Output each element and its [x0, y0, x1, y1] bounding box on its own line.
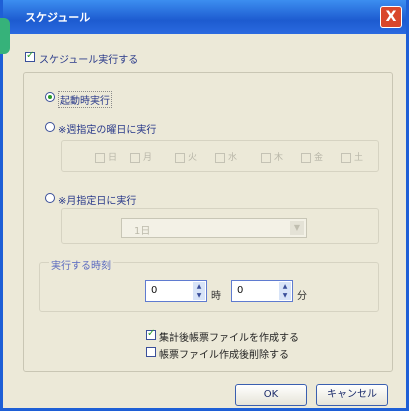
weekly-radio[interactable] — [45, 122, 55, 132]
window-title: スケジュール — [25, 11, 91, 24]
day-checkbox-fri[interactable]: 金 — [301, 150, 323, 163]
spinner-arrows-icon[interactable]: ▲ ▼ — [193, 282, 205, 300]
hour-value: 0 — [151, 285, 158, 296]
startup-radio[interactable] — [45, 92, 55, 102]
startup-label: 起動時実行 — [58, 91, 112, 108]
schedule-dialog: スケジュール X スケジュール実行する 起動時実行 ※週指定の曜日に実行 日 月… — [0, 0, 409, 411]
cancel-button[interactable]: キャンセル — [316, 384, 388, 406]
day-checkbox-thu[interactable]: 木 — [261, 150, 283, 163]
minute-spinner[interactable]: 0 ▲ ▼ — [231, 280, 293, 302]
hour-spinner[interactable]: 0 ▲ ▼ — [145, 280, 207, 302]
monthly-day-value: 1日 — [134, 226, 151, 237]
ok-button[interactable]: OK — [235, 384, 307, 406]
chevron-down-icon: ▼ — [290, 221, 304, 235]
monthly-day-select[interactable]: 1日 ▼ — [121, 218, 307, 238]
weekly-label: ※週指定の曜日に実行 — [58, 125, 157, 136]
day-checkbox-tue[interactable]: 火 — [175, 150, 197, 163]
title-bar[interactable]: スケジュール X — [3, 0, 406, 34]
delete-log-label: 帳票ファイル作成後削除する — [159, 350, 289, 361]
spinner-arrows-icon[interactable]: ▲ ▼ — [279, 282, 291, 300]
day-checkbox-sat[interactable]: 土 — [341, 150, 363, 163]
decorative-edge — [0, 18, 10, 54]
day-checkbox-mon[interactable]: 月 — [130, 150, 152, 163]
hour-unit: 時 — [211, 291, 221, 302]
time-section-label: 実行する時刻 — [49, 257, 113, 272]
create-log-label: 集計後帳票ファイルを作成する — [159, 333, 299, 344]
monthly-label: ※月指定日に実行 — [58, 196, 137, 207]
delete-log-checkbox[interactable] — [146, 347, 156, 357]
minute-unit: 分 — [297, 291, 307, 302]
day-checkbox-wed[interactable]: 水 — [215, 150, 237, 163]
day-checkbox-sun[interactable]: 日 — [95, 150, 117, 163]
create-log-checkbox[interactable] — [146, 328, 156, 340]
monthly-radio[interactable] — [45, 193, 55, 203]
schedule-enable-label: スケジュール実行する — [39, 55, 139, 66]
close-button[interactable]: X — [380, 6, 402, 28]
minute-value: 0 — [237, 285, 244, 296]
schedule-enable-checkbox[interactable] — [25, 50, 35, 62]
